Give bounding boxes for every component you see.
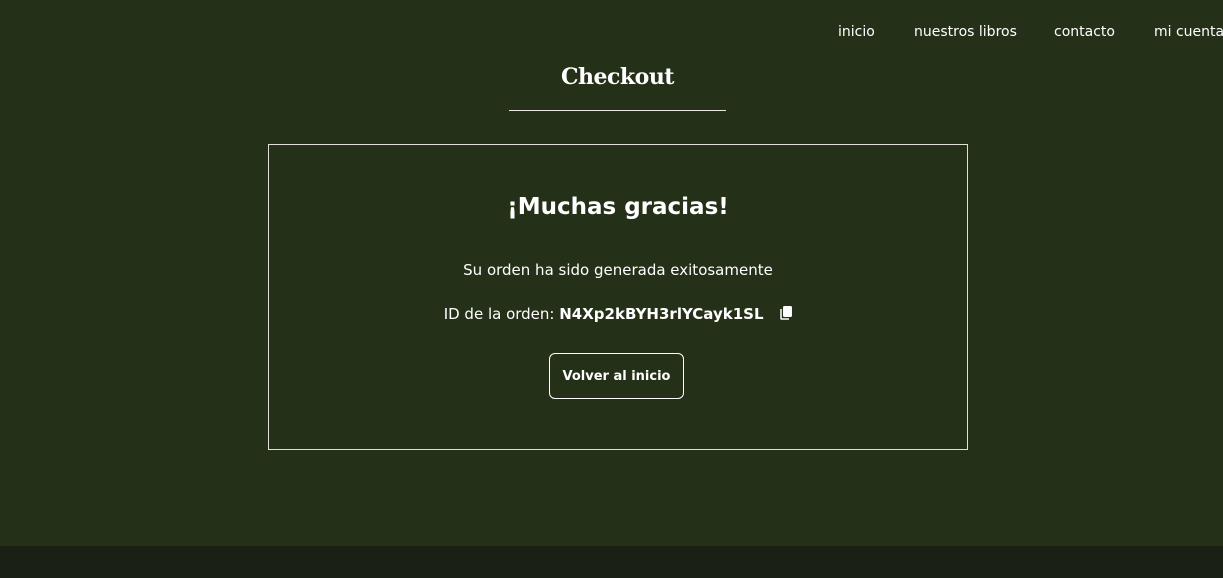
nav-link-inicio[interactable]: inicio	[838, 24, 875, 40]
thank-you-heading: ¡Muchas gracias!	[507, 194, 729, 220]
nav-link-mi-cuenta[interactable]: mi cuenta	[1154, 24, 1223, 40]
order-id-value: N4Xp2kBYH3rlYCayk1SL	[559, 305, 764, 323]
copy-icon[interactable]	[780, 306, 793, 324]
title-divider	[509, 110, 726, 111]
order-id-row: ID de la orden: N4Xp2kBYH3rlYCayk1SL	[269, 305, 967, 324]
back-to-home-button[interactable]: Volver al inicio	[549, 353, 684, 399]
order-confirmation-card: ¡Muchas gracias! Su orden ha sido genera…	[268, 144, 968, 450]
order-success-message: Su orden ha sido generada exitosamente	[463, 261, 773, 279]
page-title: Checkout	[561, 64, 674, 90]
footer	[0, 546, 1223, 578]
nav-link-nuestros-libros[interactable]: nuestros libros	[914, 24, 1017, 40]
order-id-label: ID de la orden:	[443, 305, 555, 323]
nav-link-contacto[interactable]: contacto	[1054, 24, 1115, 40]
